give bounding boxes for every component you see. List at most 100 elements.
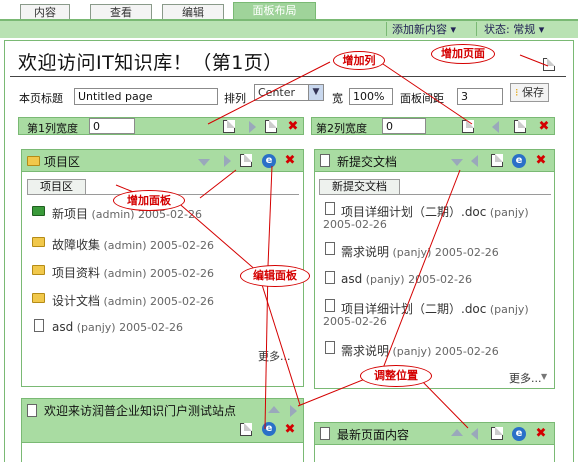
list-item[interactable]: 需求说明 (panjy) 2005-02-26 xyxy=(341,243,499,260)
move-left-icon[interactable] xyxy=(492,121,499,133)
add-panel-icon[interactable] xyxy=(240,423,252,436)
add-panel-icon[interactable] xyxy=(491,427,503,440)
list-item[interactable]: asd (panjy) 2005-02-26 xyxy=(341,272,472,286)
delete-column-icon[interactable]: ✖ xyxy=(538,120,550,133)
spacing-label: 面板间距 xyxy=(400,92,444,105)
edit-panel-callout: 编辑面板 xyxy=(240,265,310,287)
width-label: 宽 xyxy=(332,92,343,105)
move-right-icon[interactable] xyxy=(224,155,231,167)
document-icon xyxy=(320,154,330,167)
more-link[interactable]: 更多... xyxy=(258,348,291,364)
list-item[interactable]: 项目资料 (admin) 2005-02-26 xyxy=(52,264,214,281)
delete-column-icon[interactable]: ✖ xyxy=(287,120,299,133)
add-column-icon[interactable] xyxy=(223,120,235,133)
list-item[interactable]: 设计文档 (admin) 2005-02-26 xyxy=(52,292,214,309)
item-meta: (panjy) xyxy=(489,303,529,316)
item-date: 2005-02-26 xyxy=(323,315,387,328)
column-2-width-input[interactable] xyxy=(382,118,426,134)
newdocs-panel: 新提交文档 e ✖ 新提交文档 项目详细计划（二期）.doc (panjy) 2… xyxy=(314,149,555,389)
edit-panel-icon[interactable]: e xyxy=(262,154,276,168)
add-panel-icon[interactable] xyxy=(491,154,503,167)
folder-icon xyxy=(32,265,45,275)
column-1-width-input[interactable] xyxy=(89,118,135,134)
spacing-input[interactable] xyxy=(457,88,503,105)
new-project-icon xyxy=(32,206,45,216)
item-name: 项目详细计划（二期）.doc xyxy=(341,302,487,316)
align-select[interactable]: Center ▼ xyxy=(254,84,324,101)
move-down-icon[interactable] xyxy=(451,159,463,166)
align-label: 排列 xyxy=(224,92,246,105)
move-up-icon[interactable] xyxy=(451,429,463,436)
adjust-position-callout: 调整位置 xyxy=(360,365,432,387)
add-column-icon[interactable] xyxy=(462,120,474,133)
panel-title: 项目区 xyxy=(44,155,81,169)
status-menu[interactable]: 状态: 常规 ▾ xyxy=(484,22,544,37)
item-meta: (admin) 2005-02-26 xyxy=(103,267,214,280)
panel-title: 新提交文档 xyxy=(337,155,398,169)
edit-panel-icon[interactable]: e xyxy=(262,422,276,436)
more-link[interactable]: 更多... xyxy=(509,370,542,386)
chevron-down-icon[interactable]: ▼ xyxy=(308,85,323,100)
delete-panel-icon[interactable]: ✖ xyxy=(284,423,296,436)
column-2-bar: 第2列宽度 ✖ xyxy=(311,117,555,135)
item-meta: (panjy) xyxy=(489,206,529,219)
move-up-icon[interactable] xyxy=(268,406,280,413)
item-name: 项目资料 xyxy=(52,266,101,280)
add-panel-icon[interactable] xyxy=(514,120,526,133)
move-left-icon[interactable] xyxy=(471,155,478,167)
move-down-icon[interactable] xyxy=(198,159,210,166)
item-name: 需求说明 xyxy=(341,245,390,259)
list-item[interactable]: 需求说明 (panjy) 2005-02-26 xyxy=(341,342,499,359)
delete-panel-icon[interactable]: ✖ xyxy=(284,154,296,167)
delete-panel-icon[interactable]: ✖ xyxy=(535,154,547,167)
tab-view[interactable]: 查看 xyxy=(90,4,152,20)
move-right-icon[interactable] xyxy=(249,121,256,133)
column-1-bar: 第1列宽度 ✖ xyxy=(18,117,304,135)
document-icon xyxy=(325,341,335,354)
item-name: 设计文档 xyxy=(52,294,101,308)
panel-subtab[interactable]: 新提交文档 xyxy=(319,179,400,194)
item-meta: (panjy) 2005-02-26 xyxy=(392,246,499,259)
save-label: 保存 xyxy=(522,86,544,99)
folder-icon xyxy=(32,293,45,303)
move-right-icon[interactable] xyxy=(290,405,297,417)
tab-content[interactable]: 内容 xyxy=(20,4,70,20)
edit-panel-icon[interactable]: e xyxy=(512,154,526,168)
panel-header: 新提交文档 e ✖ xyxy=(315,150,554,172)
width-input[interactable] xyxy=(349,88,393,105)
chevron-down-icon[interactable]: ▼ xyxy=(541,372,553,385)
item-date: 2005-02-26 xyxy=(323,218,387,231)
document-icon xyxy=(34,319,44,332)
add-column-callout: 增加列 xyxy=(333,51,385,70)
edit-panel-icon[interactable]: e xyxy=(512,427,526,441)
page-title-label: 本页标题 xyxy=(19,92,63,105)
page-title-input[interactable] xyxy=(74,88,218,105)
add-page-callout: 增加页面 xyxy=(431,44,495,64)
page-title: 欢迎访问IT知识库！（第1页） xyxy=(18,52,283,74)
add-content-menu[interactable]: 添加新内容 ▾ xyxy=(392,22,456,37)
add-page-icon[interactable] xyxy=(543,58,555,71)
item-meta: (panjy) 2005-02-26 xyxy=(76,321,184,334)
subtab-divider xyxy=(319,194,551,195)
latest-panel: 最新页面内容 e ✖ xyxy=(314,422,555,462)
save-button[interactable]: ⁝ 保存 xyxy=(510,83,549,102)
tab-edit[interactable]: 编辑 xyxy=(162,4,224,20)
move-left-icon[interactable] xyxy=(471,428,478,440)
document-icon xyxy=(325,299,335,312)
panel-header: 欢迎来访润普企业知识门户测试站点 e ✖ xyxy=(22,399,303,443)
item-name: asd xyxy=(52,320,74,334)
tab-panel-layout[interactable]: 面板布局 xyxy=(233,2,316,20)
panel-header: 项目区 e ✖ xyxy=(22,150,303,172)
document-icon xyxy=(325,271,335,284)
add-panel-icon[interactable] xyxy=(265,120,277,133)
list-item[interactable]: asd (panjy) 2005-02-26 xyxy=(52,320,183,334)
add-panel-icon[interactable] xyxy=(240,154,252,167)
menu-separator xyxy=(386,22,387,36)
list-item[interactable]: 故障收集 (admin) 2005-02-26 xyxy=(52,236,214,253)
item-name: 需求说明 xyxy=(341,344,390,358)
delete-panel-icon[interactable]: ✖ xyxy=(535,427,547,440)
panel-title: 欢迎来访润普企业知识门户测试站点 xyxy=(44,404,237,418)
item-name: 故障收集 xyxy=(52,238,101,252)
menu-separator xyxy=(476,22,477,36)
panel-subtab[interactable]: 项目区 xyxy=(27,179,86,194)
